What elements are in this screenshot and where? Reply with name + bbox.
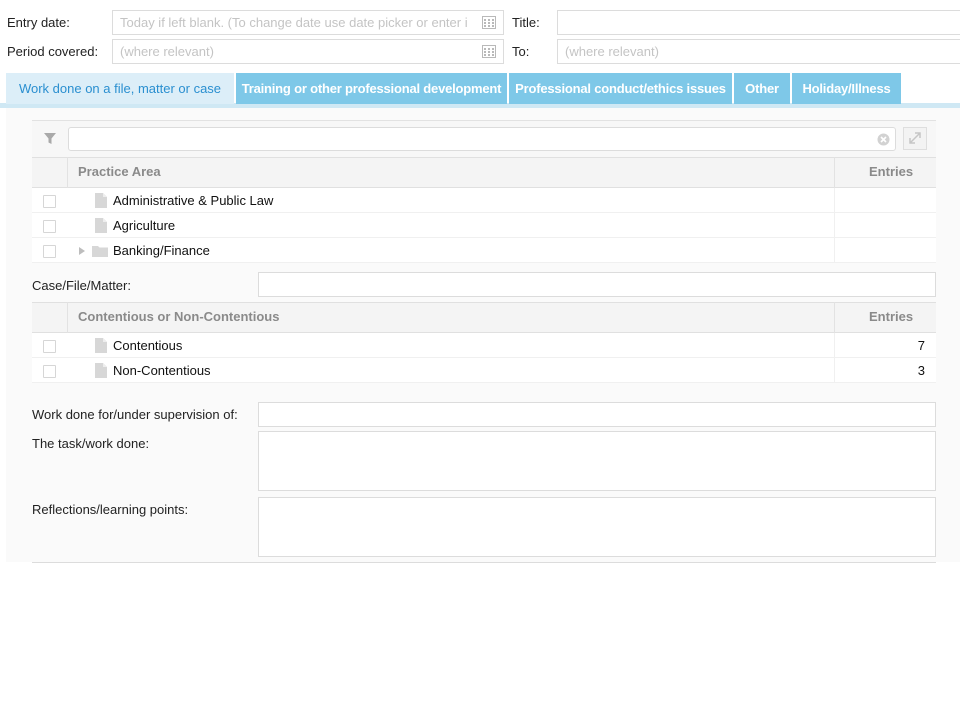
calendar-icon[interactable] — [482, 16, 496, 29]
practice-grid-header — [32, 157, 936, 188]
supervision-input[interactable] — [258, 402, 936, 427]
divider — [834, 157, 835, 188]
tab-training[interactable]: Training or other professional developme… — [236, 73, 507, 104]
entry-date-input[interactable] — [112, 10, 504, 35]
tab-professional-conduct[interactable]: Professional conduct/ethics issues — [509, 73, 732, 104]
row-checkbox[interactable] — [43, 365, 56, 378]
case-file-label: Case/File/Matter: — [32, 278, 131, 293]
calendar-icon[interactable] — [482, 45, 496, 58]
folder-icon — [92, 246, 108, 257]
table-row[interactable]: Contentious 7 — [32, 333, 936, 358]
row-label: Contentious — [113, 338, 183, 353]
table-row[interactable]: Administrative & Public Law — [32, 188, 936, 213]
expand-button[interactable] — [903, 127, 927, 150]
reflections-label: Reflections/learning points: — [32, 502, 189, 517]
table-row[interactable]: Non-Contentious 3 — [32, 358, 936, 383]
table-row[interactable]: Agriculture — [32, 213, 936, 238]
column-header-contentious[interactable]: Contentious or Non-Contentious — [78, 302, 279, 332]
filter-icon[interactable] — [44, 133, 56, 145]
row-label: Administrative & Public Law — [113, 193, 274, 208]
to-input[interactable] — [557, 39, 960, 64]
column-header-entries[interactable]: Entries — [869, 157, 913, 187]
table-row[interactable]: Banking/Finance — [32, 238, 936, 263]
period-covered-label: Period covered: — [7, 44, 99, 59]
divider — [834, 358, 835, 383]
tab-work-done[interactable]: Work done on a file, matter or case — [6, 73, 234, 104]
expand-arrow-icon[interactable] — [79, 247, 85, 255]
practice-filter-input[interactable] — [68, 127, 896, 151]
row-label: Agriculture — [113, 218, 176, 233]
expand-icon — [909, 132, 921, 144]
divider — [67, 302, 68, 333]
title-label: Title: — [512, 15, 540, 30]
divider — [834, 238, 835, 263]
row-checkbox[interactable] — [43, 245, 56, 258]
divider — [834, 188, 835, 213]
divider — [32, 562, 936, 563]
column-header-practice-area[interactable]: Practice Area — [78, 157, 161, 187]
case-file-input[interactable] — [258, 272, 936, 297]
row-entries-count: 3 — [917, 363, 925, 378]
divider — [834, 213, 835, 238]
tab-other[interactable]: Other — [734, 73, 790, 104]
document-icon — [95, 363, 107, 378]
tab-holiday-illness[interactable]: Holiday/Illness — [792, 73, 901, 104]
period-covered-input[interactable] — [112, 39, 504, 64]
title-input[interactable] — [557, 10, 960, 35]
document-icon — [95, 338, 107, 353]
to-label: To: — [512, 44, 530, 59]
document-icon — [95, 218, 107, 233]
row-label: Non-Contentious — [113, 363, 211, 378]
task-label: The task/work done: — [32, 436, 150, 451]
row-checkbox[interactable] — [43, 220, 56, 233]
divider — [67, 157, 68, 188]
row-checkbox[interactable] — [43, 340, 56, 353]
divider — [834, 333, 835, 358]
supervision-label: Work done for/under supervision of: — [32, 407, 238, 422]
row-checkbox[interactable] — [43, 195, 56, 208]
column-header-entries[interactable]: Entries — [869, 302, 913, 332]
row-entries-count: 7 — [917, 338, 925, 353]
row-label: Banking/Finance — [113, 243, 210, 258]
divider — [834, 302, 835, 333]
document-icon — [95, 193, 107, 208]
clear-icon[interactable] — [877, 133, 890, 146]
entry-date-label: Entry date: — [7, 15, 70, 30]
task-textarea[interactable] — [258, 431, 936, 491]
reflections-textarea[interactable] — [258, 497, 936, 557]
